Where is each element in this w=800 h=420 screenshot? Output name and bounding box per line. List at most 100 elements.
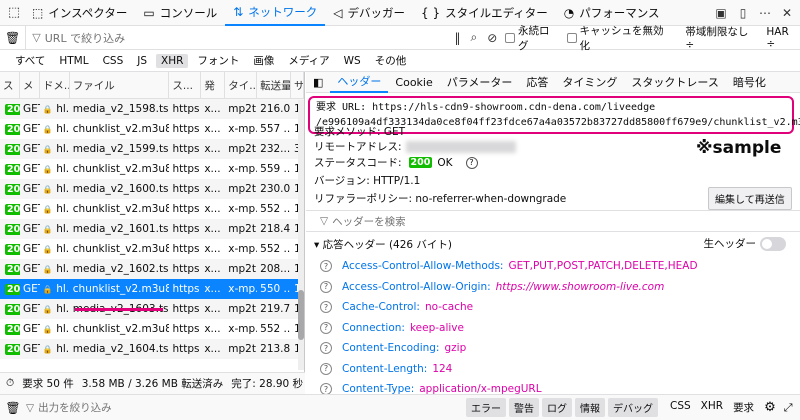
highlight-underline (75, 308, 163, 311)
http-version: バージョン: HTTP/1.1 (314, 175, 421, 187)
status-badge: 200 (5, 244, 20, 255)
gear-icon[interactable]: ⚙ (764, 400, 776, 415)
header-row[interactable]: ? Cache-Control: no-cache (306, 297, 800, 318)
panel-toggle-icon[interactable]: ◧ (306, 72, 330, 93)
type-filter-button[interactable]: その他 (370, 52, 412, 69)
column-header[interactable]: ファイル (70, 72, 170, 98)
pause-icon[interactable]: ‖ (455, 31, 461, 45)
type-filter-button[interactable]: HTML (54, 54, 93, 68)
debugger-icon: ◁ (333, 5, 343, 20)
table-row[interactable]: 200GET🔒 hl...media_v2_1600.tshttps x... mp… (0, 179, 304, 199)
header-row[interactable]: ? Content-Encoding: gzip (306, 338, 800, 359)
console-filter-tab[interactable]: 要求 (733, 400, 754, 415)
har-menu[interactable]: HAR ÷ (766, 26, 800, 50)
help-icon[interactable]: ? (320, 280, 332, 293)
more-options-icon[interactable]: ⋯ (756, 3, 774, 23)
table-row[interactable]: 200GET🔒 hl...chunklist_v2.m3u8https x... x… (0, 199, 304, 219)
table-row[interactable]: 200GET🔒 hl...media_v2_1604.tshttps x... mp… (0, 339, 304, 359)
edit-resend-button[interactable]: 編集して再送信 (708, 187, 792, 210)
column-header[interactable]: 転送量 (257, 72, 292, 98)
cell-type: mp2t (228, 223, 256, 235)
detail-tab[interactable]: 暗号化 (726, 72, 773, 93)
detail-tab[interactable]: タイミング (555, 72, 624, 93)
throttle-select[interactable]: 帯域制限なし ÷ (685, 24, 758, 51)
header-row[interactable]: ? Access-Control-Allow-Methods: GET,PUT,PO… (306, 256, 800, 277)
close-icon[interactable]: ✕ (778, 3, 796, 23)
table-row[interactable]: 200GET🔒 hl...chunklist_v2.m3u8https x... x… (0, 239, 304, 259)
cell-size: 219.7... (260, 303, 291, 315)
tab-debugger[interactable]: ◁ デバッガー (325, 0, 413, 26)
log-level-button[interactable]: 警告 (509, 398, 539, 417)
table-row[interactable]: 200GET🔒 hl...media_v2_1599.tshttps x... mp… (0, 139, 304, 159)
trash-icon[interactable]: 🗑 (0, 31, 25, 45)
table-row[interactable]: 200GET🔒 hl...chunklist_v2.m3u8https x... x… (0, 279, 304, 299)
help-icon[interactable]: ? (320, 321, 332, 334)
type-filter-button[interactable]: すべて (10, 52, 50, 69)
help-icon[interactable]: ? (320, 301, 332, 314)
detail-tab[interactable]: パラメーター (440, 72, 520, 93)
console-filter-tab[interactable]: CSS (670, 400, 691, 415)
status-badge: 200 (5, 144, 20, 155)
table-row[interactable]: 200GET🔒 hl...chunklist_v2.m3u8https x... x… (0, 119, 304, 139)
request-table-scrollbar[interactable] (298, 100, 304, 370)
persist-log-checkbox[interactable]: 永続ログ (505, 23, 558, 53)
detail-tab[interactable]: Cookie (388, 72, 439, 93)
column-header[interactable]: メ (20, 72, 40, 98)
type-filter-button[interactable]: JS (132, 54, 152, 68)
type-filter-button[interactable]: メディア (283, 52, 334, 69)
table-row[interactable]: 200GET🔒 hl...chunklist_v2.m3u8https x... x… (0, 159, 304, 179)
tab-console[interactable]: ▭ コンソール (135, 0, 225, 26)
help-icon[interactable]: ? (465, 156, 478, 169)
detail-tab[interactable]: スタックトレース (624, 72, 725, 93)
block-icon[interactable]: ⊘ (487, 31, 497, 45)
help-icon[interactable]: ? (320, 342, 332, 355)
tab-network[interactable]: ⇅ ネットワーク (225, 0, 326, 26)
table-row[interactable]: 200GET🔒 hl...media_v2_1598.tshttps x... mp… (0, 99, 304, 119)
table-row[interactable]: 200GET🔒 hl...chunklist_v2.m3u8https x... x… (0, 319, 304, 339)
detail-tab[interactable]: ヘッダー (330, 72, 389, 93)
raw-headers-toggle[interactable]: 生ヘッダー (704, 236, 786, 251)
url-filter-input[interactable]: ▽ URL で絞り込み (25, 25, 414, 50)
type-filter-button[interactable]: CSS (98, 54, 129, 68)
header-filter-input[interactable]: ▽ ヘッダーを検索 (306, 210, 800, 232)
column-header[interactable]: ス... (169, 72, 202, 98)
cell-type: x-mp... (228, 243, 257, 255)
trash-icon[interactable]: 🗑 (0, 401, 26, 415)
table-row[interactable]: 200GET🔒 hl...media_v2_1602.tshttps x... mp… (0, 259, 304, 279)
cell-domain: hl... (56, 243, 70, 255)
type-filter-button[interactable]: WS (339, 54, 366, 68)
column-header[interactable]: サ (291, 72, 304, 98)
search-icon[interactable]: ⌕ (471, 30, 478, 45)
column-header[interactable]: ス (0, 72, 20, 98)
type-filter-button[interactable]: フォント (192, 52, 244, 69)
lock-icon: 🔒 (42, 145, 53, 154)
console-filter-tab[interactable]: XHR (701, 400, 723, 415)
type-filter-button[interactable]: XHR (156, 53, 189, 68)
console-filter-input[interactable]: ▽ 出力を絞り込み (26, 400, 466, 415)
responsive-mode-icon[interactable]: ▯ (734, 3, 752, 23)
table-row[interactable]: 200GET🔒 hl...media_v2_1601.tshttps x... mp… (0, 219, 304, 239)
request-url-value[interactable]: https://hls-cdn9-showroom.cdn-dena.com/l… (372, 102, 655, 113)
type-filter-button[interactable]: 画像 (248, 52, 279, 69)
screenshot-icon[interactable]: ▣ (712, 3, 730, 23)
detail-tab[interactable]: 応答 (519, 72, 555, 93)
header-row[interactable]: ? Access-Control-Allow-Origin: https://www… (306, 277, 800, 298)
header-name: Cache-Control: (342, 301, 420, 314)
tab-inspector[interactable]: ⬚ インスペクター (24, 0, 135, 26)
log-level-button[interactable]: ログ (542, 398, 572, 417)
log-level-button[interactable]: デバッグ (608, 398, 658, 417)
element-picker-icon[interactable]: ⬚ (4, 3, 24, 23)
column-header[interactable]: タイ... (225, 72, 258, 98)
header-row[interactable]: ? Connection: keep-alive (306, 318, 800, 339)
help-icon[interactable]: ? (320, 260, 332, 273)
log-level-button[interactable]: 情報 (575, 398, 605, 417)
disable-cache-checkbox[interactable]: キャッシュを無効化 (566, 23, 672, 53)
column-header[interactable]: ドメ... (40, 72, 70, 98)
log-level-button[interactable]: エラー (466, 398, 506, 417)
cell-file: media_v2_1600.ts (72, 183, 169, 195)
header-row[interactable]: ? Content-Length: 124 (306, 359, 800, 380)
response-headers-section[interactable]: ▾ 応答ヘッダー (426 バイト) 生ヘッダー (306, 234, 800, 254)
column-header[interactable]: 発 (201, 72, 226, 98)
help-icon[interactable]: ? (320, 362, 332, 375)
expand-icon[interactable]: ⤢ (784, 401, 793, 415)
